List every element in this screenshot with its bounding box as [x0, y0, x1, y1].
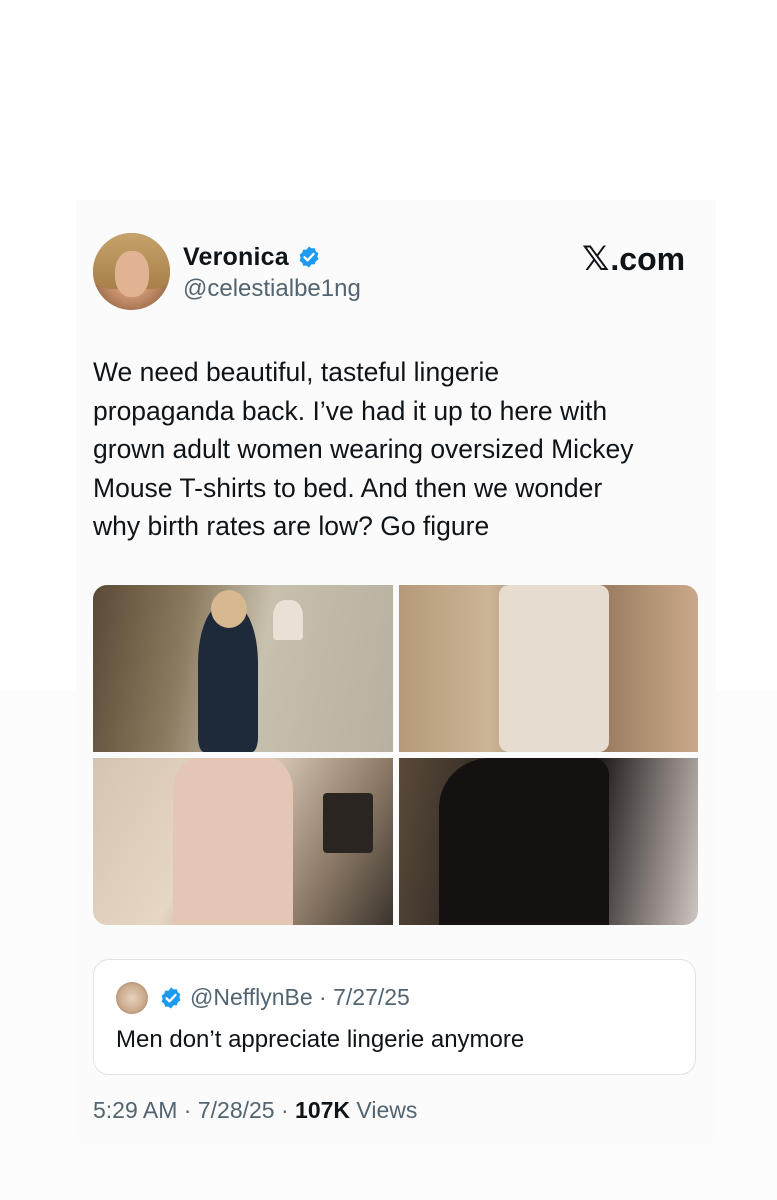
tweet-date[interactable]: 7/28/25 — [198, 1097, 275, 1123]
tweet-time[interactable]: 5:29 AM — [93, 1097, 177, 1123]
brand-domain: .com — [610, 241, 686, 277]
quoted-text: Men don’t appreciate lingerie anymore — [116, 1026, 525, 1053]
x-logo-icon: 𝕏 — [582, 240, 610, 278]
quoted-meta: @NefflynBe · 7/27/25 — [190, 984, 410, 1011]
author-handle[interactable]: @celestialbe1ng — [183, 275, 361, 303]
media-photo-1[interactable] — [93, 585, 393, 752]
tweet-footer: 5:29 AM · 7/28/25 · 107K Views — [93, 1097, 417, 1124]
avatar-face — [115, 251, 149, 297]
photo-2-figure — [499, 585, 609, 752]
author-name[interactable]: Veronica — [183, 243, 289, 272]
media-photo-3[interactable] — [93, 758, 393, 925]
quoted-verified-badge-icon — [159, 986, 183, 1010]
media-photo-4[interactable] — [399, 758, 698, 925]
photo-3-figure — [173, 758, 293, 925]
media-photo-2[interactable] — [399, 585, 698, 752]
verified-badge-icon[interactable] — [297, 245, 321, 269]
footer-separator-2: · — [280, 1097, 289, 1123]
photo-1-lamp — [273, 600, 303, 640]
photo-3-typewriter — [323, 793, 373, 853]
media-grid — [93, 585, 698, 925]
x-brand-label: 𝕏 .com — [582, 239, 685, 279]
views-count[interactable]: 107K — [295, 1097, 350, 1123]
footer-separator-1: · — [183, 1097, 192, 1123]
photo-1-head — [211, 590, 247, 628]
views-label: Views — [356, 1097, 418, 1123]
author-name-row: Veronica — [183, 240, 321, 274]
quoted-date[interactable]: 7/27/25 — [333, 984, 410, 1010]
quoted-avatar[interactable] — [116, 982, 148, 1014]
quoted-separator: · — [319, 984, 327, 1010]
quoted-handle[interactable]: @NefflynBe — [190, 984, 313, 1010]
tweet-text: We need beautiful, tasteful lingerie pro… — [93, 357, 634, 541]
author-avatar[interactable] — [93, 233, 170, 310]
quoted-tweet[interactable]: @NefflynBe · 7/27/25 Men don’t appreciat… — [93, 959, 696, 1075]
photo-4-figure — [439, 758, 609, 925]
